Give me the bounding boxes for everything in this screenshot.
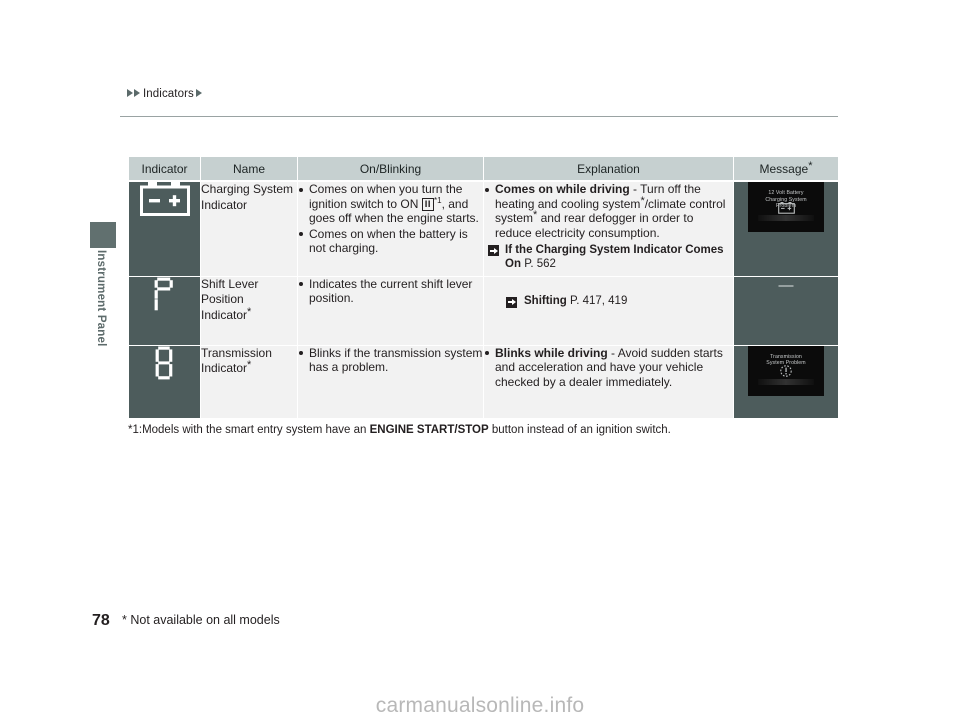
on-blinking-cell: Blinks if the transmission system has a … bbox=[297, 344, 484, 419]
breadcrumb: Indicators bbox=[127, 88, 203, 100]
indicator-name: Charging System Indicator bbox=[201, 182, 294, 212]
reference-link[interactable]: If the Charging System Indicator Comes O… bbox=[484, 244, 733, 271]
on-blinking-text: Comes on when the battery is not chargin… bbox=[309, 226, 468, 256]
page-number: 78 bbox=[92, 612, 110, 629]
table-header-row: Indicator Name On/Blinking Explanation M… bbox=[128, 156, 839, 182]
indicator-name-cell: Shift Lever Position Indicator* bbox=[200, 275, 298, 346]
ignition-on-key-icon: II bbox=[421, 197, 434, 211]
explanation-star: * bbox=[640, 194, 645, 207]
list-item: Comes on while driving - Turn off the he… bbox=[484, 182, 733, 240]
on-blinking-list: Blinks if the transmission system has a … bbox=[298, 346, 483, 375]
footnote-smart-entry: *1:Models with the smart entry system ha… bbox=[128, 424, 671, 436]
column-header-message-label: Message bbox=[759, 161, 809, 176]
reference-link[interactable]: Shifting P. 417, 419 bbox=[484, 295, 733, 309]
message-display-screen: Transmission System Problem bbox=[748, 345, 824, 396]
footnote-suffix: button instead of an ignition switch. bbox=[488, 424, 671, 436]
column-header-name: Name bbox=[200, 156, 298, 182]
column-header-message: Message* bbox=[733, 156, 839, 182]
explanation-bold: Blinks while driving bbox=[495, 345, 608, 360]
explanation-cell: Comes on while driving - Turn off the he… bbox=[483, 180, 734, 277]
message-display-screen: 12 Volt Battery Charging System Problem bbox=[748, 182, 824, 232]
explanation-list: Comes on while driving - Turn off the he… bbox=[484, 182, 733, 240]
footnote-ref: *1 bbox=[434, 195, 442, 205]
breadcrumb-label[interactable]: Indicators bbox=[143, 88, 194, 100]
explanation-star: * bbox=[533, 209, 538, 222]
list-item: Blinks while driving - Avoid sudden star… bbox=[484, 346, 733, 390]
list-item: Indicates the current shift lever positi… bbox=[298, 277, 483, 306]
list-item: Comes on when you turn the ignition swit… bbox=[298, 182, 483, 226]
jump-arrow-icon bbox=[488, 245, 499, 257]
on-blinking-list: Indicates the current shift lever positi… bbox=[298, 277, 483, 306]
footnote-bold: ENGINE START/STOP bbox=[369, 424, 489, 436]
on-blinking-text: Indicates the current shift lever positi… bbox=[309, 276, 473, 306]
indicator-name-cell: Transmission Indicator* bbox=[200, 344, 298, 419]
indicator-icon-cell bbox=[128, 275, 201, 346]
jump-arrow-icon bbox=[506, 296, 517, 308]
breadcrumb-arrow-icon bbox=[134, 89, 140, 97]
table-row: Transmission Indicator* Blinks if the tr… bbox=[128, 344, 839, 419]
message-cell: 12 Volt Battery Charging System Problem bbox=[733, 180, 839, 277]
explanation-list: Blinks while driving - Avoid sudden star… bbox=[484, 346, 733, 390]
column-header-message-star: * bbox=[808, 159, 813, 172]
indicator-name-star: * bbox=[247, 305, 252, 318]
reference-page: P. 417, 419 bbox=[570, 294, 628, 307]
footer-note-not-available: * Not available on all models bbox=[122, 613, 280, 627]
on-blinking-cell: Comes on when you turn the ignition swit… bbox=[297, 180, 484, 277]
reference-page: P. 562 bbox=[524, 257, 556, 270]
column-header-explanation: Explanation bbox=[483, 156, 734, 182]
indicator-name-star: * bbox=[247, 359, 252, 371]
transmission-d-icon bbox=[153, 346, 177, 385]
on-blinking-text: Blinks if the transmission system has a … bbox=[309, 345, 483, 375]
column-header-indicator: Indicator bbox=[128, 156, 201, 182]
list-item: Blinks if the transmission system has a … bbox=[298, 346, 483, 375]
explanation-cell: Blinks while driving - Avoid sudden star… bbox=[483, 344, 734, 419]
charging-system-battery-icon bbox=[139, 182, 190, 216]
column-header-on-blinking: On/Blinking bbox=[297, 156, 484, 182]
indicator-name: Transmission Indicator bbox=[201, 345, 272, 376]
table-row: Shift Lever Position Indicator* Indicate… bbox=[128, 275, 839, 346]
on-blinking-list: Comes on when you turn the ignition swit… bbox=[298, 182, 483, 256]
indicator-icon-cell bbox=[128, 344, 201, 419]
explanation-bold: Comes on while driving bbox=[495, 182, 630, 196]
section-label-text: Instrument Panel bbox=[95, 250, 107, 347]
message-screen-highlight-bar bbox=[758, 215, 814, 221]
section-tab-marker bbox=[90, 222, 116, 248]
table-row: Charging System Indicator Comes on when … bbox=[128, 180, 839, 277]
explanation-cell: Shifting P. 417, 419 bbox=[483, 275, 734, 346]
message-cell: — bbox=[733, 275, 839, 346]
message-none-dash: — bbox=[778, 276, 794, 294]
breadcrumb-arrow-icon bbox=[195, 89, 202, 97]
header-divider bbox=[120, 116, 838, 117]
message-cell: Transmission System Problem bbox=[733, 344, 839, 419]
shift-lever-position-p-icon bbox=[152, 277, 178, 316]
indicators-table: Indicator Name On/Blinking Explanation M… bbox=[128, 156, 839, 419]
indicator-icon-cell bbox=[128, 180, 201, 277]
list-item: Comes on when the battery is not chargin… bbox=[298, 227, 483, 256]
reference-title: Shifting bbox=[524, 294, 567, 307]
footnote-prefix: *1:Models with the smart entry system ha… bbox=[128, 424, 370, 436]
indicator-name-cell: Charging System Indicator bbox=[200, 180, 298, 277]
on-blinking-cell: Indicates the current shift lever positi… bbox=[297, 275, 484, 346]
breadcrumb-arrow-icon bbox=[127, 89, 133, 97]
message-screen-highlight-bar bbox=[758, 378, 814, 385]
site-watermark: carmanualsonline.info bbox=[375, 694, 585, 717]
section-label-instrument-panel: Instrument Panel bbox=[88, 250, 114, 430]
